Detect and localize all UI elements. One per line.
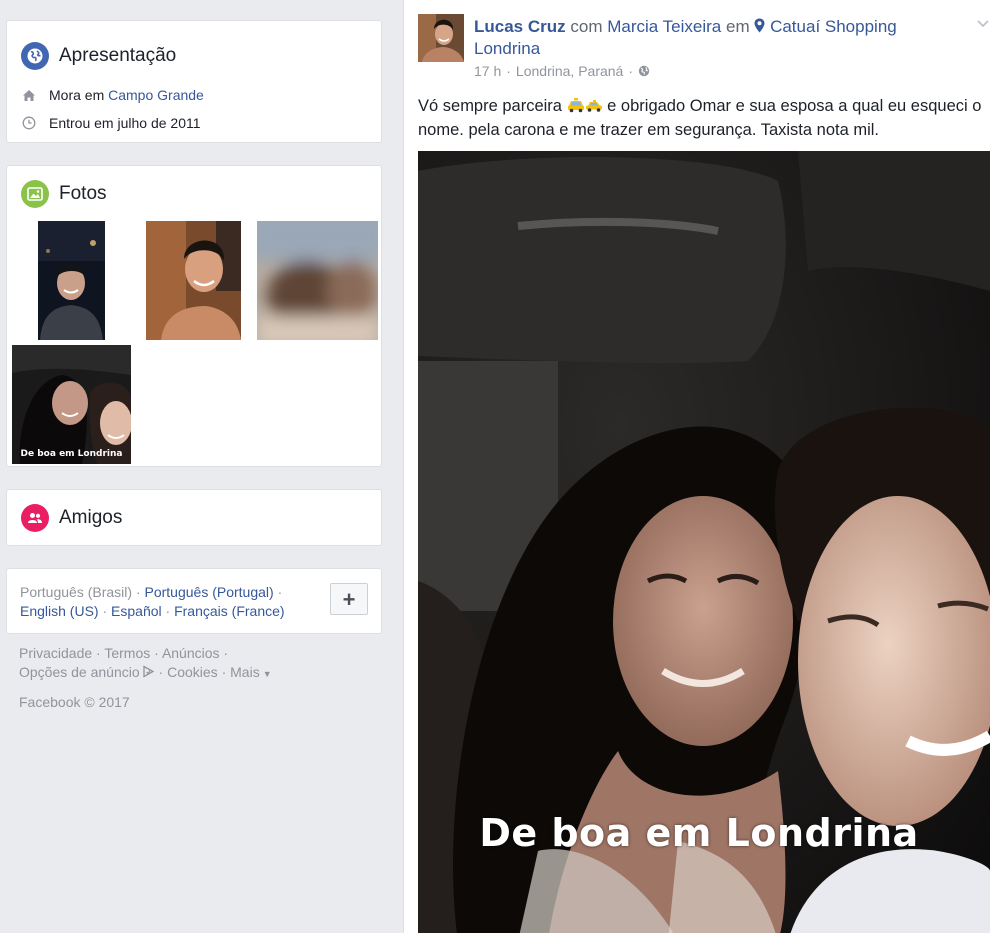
caret-down-icon: ▼ <box>262 669 272 679</box>
language-current: Português (Brasil) <box>20 584 133 600</box>
people-icon <box>21 504 49 532</box>
ad-choices-icon <box>142 664 155 678</box>
footer-link-cookies[interactable]: Cookies <box>167 664 218 680</box>
clock-icon <box>21 115 37 131</box>
friends-card: Amigos <box>6 489 382 546</box>
globe-icon[interactable] <box>638 65 650 77</box>
footer-copyright: Facebook © 2017 <box>19 694 130 710</box>
post-text: Vó sempre parceira e obrigado Omar e sua… <box>418 94 993 142</box>
footer-link-privacy[interactable]: Privacidade <box>19 645 92 661</box>
photo-thumb-2[interactable] <box>146 221 241 340</box>
post-location-link[interactable]: Londrina, Paraná <box>516 63 623 79</box>
post-with-word: com <box>570 17 603 36</box>
footer-link-ad-choices[interactable]: Opções de anúncio <box>19 664 140 680</box>
post-text-part1: Vó sempre parceira <box>418 97 562 115</box>
photo-thumb-4-caption: De boa em Londrina <box>20 449 123 459</box>
intro-joined-text: Entrou em julho de 2011 <box>49 115 201 131</box>
intro-joined-row: Entrou em julho de 2011 <box>21 115 201 131</box>
taxi-icon <box>567 96 585 113</box>
language-link-es[interactable]: Español <box>111 603 162 619</box>
home-icon <box>21 87 37 103</box>
language-link-en-us[interactable]: English (US) <box>20 603 99 619</box>
post-header: Lucas Cruz com Marcia Teixeira em Catuaí… <box>474 16 934 60</box>
post-at-word: em <box>725 17 750 36</box>
footer: Privacidade · Termos · Anúncios · Opções… <box>19 644 379 712</box>
add-language-button[interactable]: + <box>330 583 368 615</box>
photos-header[interactable]: Fotos <box>21 180 107 208</box>
post-author-avatar[interactable] <box>418 14 464 62</box>
globe-icon <box>21 42 49 70</box>
footer-link-ads[interactable]: Anúncios <box>162 645 220 661</box>
location-pin-icon <box>754 17 765 33</box>
footer-link-terms[interactable]: Termos <box>104 645 150 661</box>
post-meta: 17 h · Londrina, Paraná · <box>474 63 650 79</box>
languages-card: Português (Brasil) · Português (Portugal… <box>6 568 382 634</box>
intro-lives-row: Mora em Campo Grande <box>21 87 204 103</box>
post-photo[interactable]: De boa em Londrina <box>418 151 990 933</box>
footer-link-more[interactable]: Mais <box>230 664 260 680</box>
language-link-fr[interactable]: Français (France) <box>174 603 284 619</box>
languages-list: Português (Brasil) · Português (Portugal… <box>20 584 285 619</box>
friends-header[interactable]: Amigos <box>21 504 122 532</box>
photos-title: Fotos <box>59 183 107 204</box>
intro-lives-prefix: Mora em <box>49 87 105 103</box>
post-tagged-link[interactable]: Marcia Teixeira <box>607 17 721 36</box>
photos-card: Fotos De boa em Londrina <box>6 165 382 467</box>
intro-title: Apresentação <box>59 45 177 66</box>
intro-header[interactable]: Apresentação <box>21 42 176 70</box>
photo-thumb-3[interactable] <box>257 221 378 340</box>
post-card: Lucas Cruz com Marcia Teixeira em Catuaí… <box>403 0 1000 933</box>
oncoming-taxi-icon <box>585 96 603 112</box>
chevron-down-icon[interactable] <box>974 14 992 32</box>
photo-thumb-4[interactable]: De boa em Londrina <box>12 345 131 464</box>
post-photo-caption: De boa em Londrina <box>479 811 919 855</box>
post-time-link[interactable]: 17 h <box>474 63 501 79</box>
intro-lives-city-link[interactable]: Campo Grande <box>108 87 204 103</box>
language-link-pt-pt[interactable]: Português (Portugal) <box>145 584 274 600</box>
photo-thumb-1[interactable] <box>38 221 105 340</box>
friends-title: Amigos <box>59 507 123 528</box>
photo-icon <box>21 180 49 208</box>
post-author-link[interactable]: Lucas Cruz <box>474 17 566 36</box>
intro-card: Apresentação Mora em Campo Grande Entrou… <box>6 20 382 143</box>
